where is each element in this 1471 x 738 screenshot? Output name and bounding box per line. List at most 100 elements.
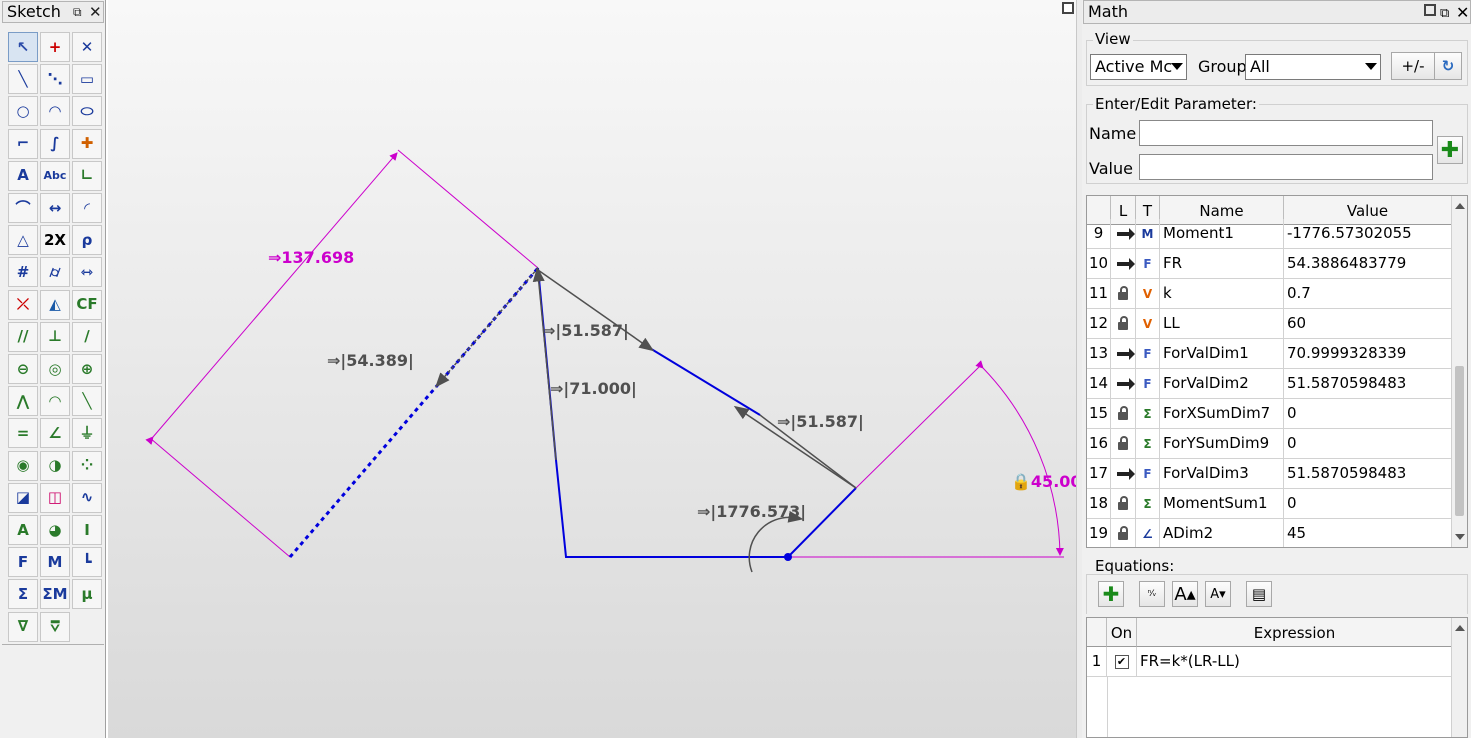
width-dim-icon[interactable]: ⇿ xyxy=(72,257,102,288)
lock-icon[interactable] xyxy=(1118,435,1128,450)
dimension-137[interactable]: ⇒137.698 xyxy=(268,249,354,267)
parameter-value[interactable]: 51.5870598483 xyxy=(1284,369,1452,399)
table-row[interactable]: 9 M Moment1 -1776.57302055 xyxy=(1087,219,1452,249)
parameter-value[interactable]: 0 xyxy=(1284,399,1452,429)
area-label-icon[interactable]: A xyxy=(8,515,38,545)
lock-cell[interactable] xyxy=(1111,459,1136,489)
parameter-value[interactable]: 51.5870598483 xyxy=(1284,459,1452,489)
region-icon[interactable]: ◪ xyxy=(8,482,38,513)
tangent-icon[interactable]: ⊖ xyxy=(8,354,38,384)
group-select[interactable]: All xyxy=(1245,54,1381,80)
close-icon[interactable]: ✕ xyxy=(89,3,102,21)
parameter-scrollbar[interactable] xyxy=(1451,196,1467,547)
parameter-value[interactable]: 54.3886483779 xyxy=(1284,249,1452,279)
equation-scrollbar[interactable] xyxy=(1451,618,1467,737)
arc-length-dim-icon[interactable]: ⌒ xyxy=(8,193,38,223)
gravity-set-icon[interactable]: ⩢ xyxy=(40,611,70,642)
ground-icon[interactable]: ⏚ xyxy=(72,418,102,449)
cf-icon[interactable]: CF xyxy=(72,289,102,320)
lock-cell[interactable] xyxy=(1111,339,1136,369)
output-arrow-icon[interactable] xyxy=(1116,377,1135,390)
dimension-71[interactable]: ⇒|71.000| xyxy=(550,380,637,398)
close-icon[interactable]: ✕ xyxy=(1456,2,1469,24)
equal-icon[interactable]: = xyxy=(8,418,38,449)
lock-cell[interactable] xyxy=(1111,279,1136,309)
reaction-icon[interactable]: ┗ xyxy=(72,547,102,578)
lock-cell[interactable] xyxy=(1111,219,1136,249)
maximize-canvas-icon[interactable] xyxy=(1062,2,1074,14)
font-decrease-icon[interactable]: A▾ xyxy=(1205,581,1231,607)
angle-icon[interactable]: ∠ xyxy=(40,418,70,449)
gravity-icon[interactable]: ∇ xyxy=(8,611,38,642)
friction-icon[interactable]: μ xyxy=(72,579,102,610)
output-arrow-icon[interactable] xyxy=(1116,257,1135,270)
output-arrow-icon[interactable] xyxy=(1116,227,1135,240)
delete-constraint-icon[interactable]: ⤫ xyxy=(8,289,38,320)
scroll-down-icon[interactable] xyxy=(1455,534,1465,540)
perpendicular-icon[interactable]: ⊥ xyxy=(40,321,70,352)
spring-icon[interactable]: ∿ xyxy=(72,482,102,513)
radius-dim-icon[interactable]: ρ xyxy=(72,225,102,256)
force-icon[interactable]: F xyxy=(8,547,38,578)
equation-on-cell[interactable]: ✔ xyxy=(1107,647,1137,677)
grid-dim-icon[interactable]: # xyxy=(8,257,38,288)
parameter-value[interactable]: 70.9999328339 xyxy=(1284,339,1452,369)
float-icon[interactable]: ⧉ xyxy=(1440,3,1449,25)
pivot-point[interactable] xyxy=(784,553,792,561)
fixed-joint-icon[interactable]: ◉ xyxy=(8,450,38,481)
parameter-name[interactable]: ADim2 xyxy=(1160,519,1284,547)
dimension-51b[interactable]: ⇒|51.587| xyxy=(777,413,864,431)
rectangle-icon[interactable]: ▭ xyxy=(72,64,102,95)
multiplier-dim-icon[interactable]: 2X xyxy=(40,225,70,256)
parameter-name[interactable]: k xyxy=(1160,279,1284,309)
table-row[interactable]: 17 F ForValDim3 51.5870598483 xyxy=(1087,459,1452,489)
lock-icon[interactable] xyxy=(1118,525,1128,540)
lock-cell[interactable] xyxy=(1111,249,1136,279)
table-row[interactable]: 15 Σ ForXSumDim7 0 xyxy=(1087,399,1452,429)
text-icon[interactable]: Abc xyxy=(40,160,70,191)
parameter-name[interactable]: MomentSum1 xyxy=(1160,489,1284,519)
parameter-name[interactable]: ForYSumDim9 xyxy=(1160,429,1284,459)
pin-joint-icon[interactable]: ◑ xyxy=(40,450,70,481)
fraction-format-button[interactable]: ⁿ⁄ᵥ xyxy=(1139,581,1165,607)
collinear-icon[interactable]: ∕ xyxy=(72,321,102,352)
parameter-name[interactable]: ForValDim1 xyxy=(1160,339,1284,369)
point-on-curve-icon[interactable]: ◠ xyxy=(40,386,70,417)
equation-on-checkbox[interactable]: ✔ xyxy=(1114,654,1129,669)
mass-icon[interactable]: ◕ xyxy=(40,515,70,545)
refresh-icon[interactable]: ↻ xyxy=(1434,52,1462,80)
parameter-name[interactable]: Moment1 xyxy=(1160,219,1284,249)
restore-icon[interactable] xyxy=(1424,4,1436,16)
trim-point-icon[interactable]: ✚ xyxy=(72,128,102,159)
inertia-icon[interactable]: I xyxy=(72,515,102,545)
float-icon[interactable]: ⧉ xyxy=(73,3,82,21)
lock-cell[interactable] xyxy=(1111,489,1136,519)
line-icon[interactable]: ╲ xyxy=(8,64,38,95)
cylinder-dim-icon[interactable]: ⌭ xyxy=(40,257,70,288)
scroll-up-icon[interactable] xyxy=(1455,625,1465,631)
table-row[interactable]: 16 Σ ForYSumDim9 0 xyxy=(1087,429,1452,459)
eq-column-header-expression[interactable]: Expression xyxy=(1137,618,1453,647)
table-row[interactable]: 18 Σ MomentSum1 0 xyxy=(1087,489,1452,519)
lock-icon[interactable] xyxy=(1118,495,1128,510)
moment-icon[interactable]: M xyxy=(40,547,70,578)
slot-icon[interactable]: ⬭ xyxy=(72,96,102,127)
eq-column-header-on[interactable]: On xyxy=(1107,618,1137,647)
concentric-icon[interactable]: ◎ xyxy=(40,354,70,384)
origin-icon[interactable]: ∟ xyxy=(72,160,102,191)
add-equation-button[interactable]: ✚ xyxy=(1098,581,1124,607)
parameter-value[interactable]: 0.7 xyxy=(1284,279,1452,309)
moment-sum-icon[interactable]: ΣM xyxy=(40,579,70,610)
lock-icon[interactable] xyxy=(1118,405,1128,420)
lock-cell[interactable] xyxy=(1111,399,1136,429)
scroll-up-icon[interactable] xyxy=(1455,203,1465,209)
equation-expression[interactable]: FR=k*(LR-LL) xyxy=(1137,647,1452,677)
spline-icon[interactable]: ∫ xyxy=(40,128,70,159)
circle-icon[interactable]: ○ xyxy=(8,96,38,127)
lock-icon[interactable] xyxy=(1118,285,1128,300)
parameter-value[interactable]: 45 xyxy=(1284,519,1452,547)
lock-cell[interactable] xyxy=(1111,519,1136,547)
drawing-canvas[interactable]: ⇒137.698 ⇒|54.389| ⇒|51.587| ⇒|71.000| ⇒… xyxy=(108,0,1076,738)
intersection-point-icon[interactable]: ✕ xyxy=(72,32,102,62)
angle-dim-icon[interactable]: ◜ xyxy=(72,193,102,223)
